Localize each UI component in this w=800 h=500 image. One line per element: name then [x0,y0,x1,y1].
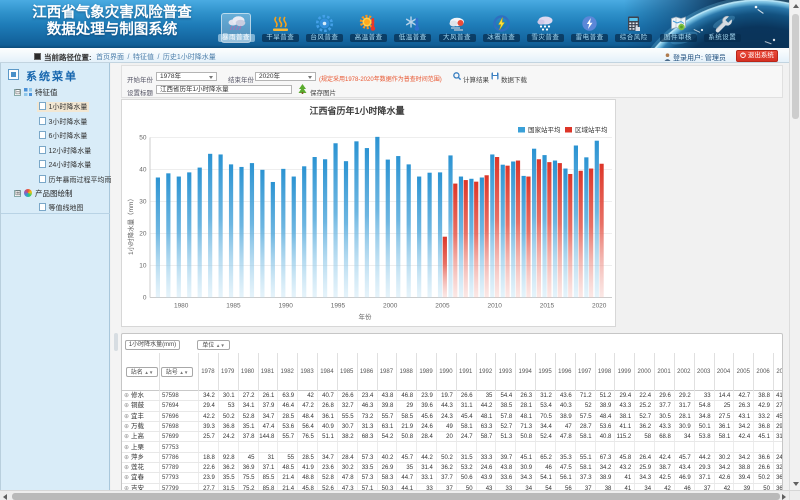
svg-text:2020: 2020 [592,303,607,310]
svg-text:国家站平均: 国家站平均 [528,125,561,134]
svg-text:1990: 1990 [278,303,293,310]
svg-text:20: 20 [139,231,147,238]
svg-text:1985: 1985 [226,303,241,310]
svg-text:年份: 年份 [359,312,373,321]
svg-text:2005: 2005 [435,303,450,310]
svg-text:50: 50 [139,135,147,142]
svg-text:0: 0 [143,295,147,302]
svg-text:1小时降水量（mm）: 1小时降水量（mm） [126,195,135,255]
svg-text:2015: 2015 [540,303,555,310]
svg-text:1980: 1980 [174,303,189,310]
svg-text:40: 40 [139,167,147,174]
svg-text:10: 10 [139,263,147,270]
svg-text:2000: 2000 [383,303,398,310]
svg-text:30: 30 [139,199,147,206]
svg-text:区域站平均: 区域站平均 [575,125,608,134]
svg-text:1995: 1995 [331,303,346,310]
svg-text:2010: 2010 [487,303,502,310]
